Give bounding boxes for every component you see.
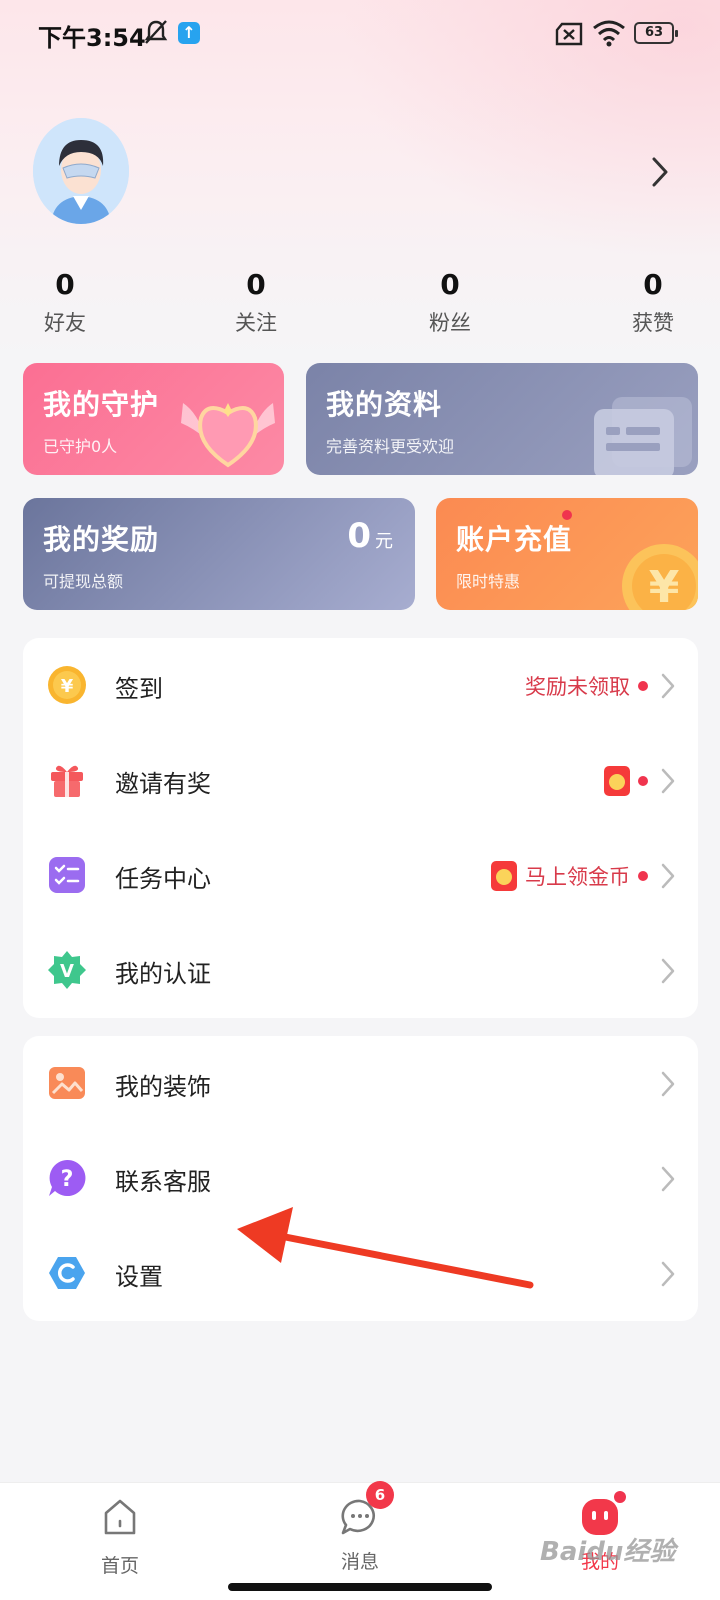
card-title: 我的守护	[43, 388, 160, 421]
card-title: 账户充值	[456, 523, 573, 556]
notification-dot	[638, 871, 648, 881]
menu-item-label: 联系客服	[115, 1168, 211, 1196]
red-envelope-icon	[491, 861, 517, 891]
menu-item-label: 任务中心	[115, 865, 211, 893]
no-sim-icon	[555, 22, 583, 46]
my-guard-card[interactable]: 我的守护 已守护0人	[23, 363, 284, 475]
menu-item-task-center[interactable]: 任务中心 马上领金币	[23, 828, 698, 923]
menu-item-decorations[interactable]: 我的装饰	[23, 1036, 698, 1131]
reward-amount: 0元	[347, 516, 393, 556]
yen-coin-icon: ¥	[48, 666, 86, 704]
stat-label: 粉丝	[429, 311, 471, 335]
chevron-right-icon	[661, 1166, 675, 1192]
menu-item-checkin[interactable]: ¥ 签到 奖励未领取	[23, 638, 698, 733]
menu-item-label: 我的认证	[115, 960, 211, 988]
avatar-illustration	[33, 118, 129, 224]
verified-badge-icon: V	[48, 951, 86, 989]
svg-text:¥: ¥	[649, 562, 680, 610]
profile-document-icon	[594, 397, 692, 475]
chevron-right-icon	[661, 1261, 675, 1287]
menu-item-invite[interactable]: 邀请有奖	[23, 733, 698, 828]
card-subtitle: 限时特惠	[456, 572, 521, 591]
upload-icon: ↑	[178, 22, 200, 44]
menu-panel-primary: ¥ 签到 奖励未领取 邀请有奖 任务中心 马上领金币 V 我的认证	[23, 638, 698, 1018]
wifi-icon	[593, 20, 625, 47]
reward-amount-value: 0	[347, 516, 371, 556]
menu-item-label: 设置	[115, 1263, 163, 1291]
menu-item-verification[interactable]: V 我的认证	[23, 923, 698, 1018]
account-recharge-card[interactable]: ¥ 账户充值 限时特惠	[436, 498, 698, 610]
red-envelope-icon	[604, 766, 630, 796]
bell-mute-icon	[144, 20, 168, 44]
task-list-icon	[49, 857, 85, 893]
stat-label: 关注	[235, 311, 277, 335]
status-bar: 下午3:54 ↑ 63	[0, 0, 720, 70]
stat-value: 0	[55, 268, 75, 301]
settings-hexagon-icon	[49, 1257, 85, 1289]
stat-label: 获赞	[632, 311, 674, 335]
chevron-right-icon	[661, 673, 675, 699]
status-time: 下午3:54	[38, 24, 146, 52]
stat-fans[interactable]: 0 粉丝	[390, 268, 510, 337]
svg-text:V: V	[60, 961, 74, 982]
help-question-icon: ?	[49, 1159, 86, 1196]
chevron-right-icon	[661, 1071, 675, 1097]
chevron-right-icon	[661, 768, 675, 794]
notification-dot	[614, 1491, 626, 1503]
chevron-right-icon	[661, 863, 675, 889]
status-text: 奖励未领取	[525, 675, 630, 699]
card-title: 我的奖励	[43, 523, 160, 556]
my-profile-card[interactable]: 我的资料 完善资料更受欢迎	[306, 363, 698, 475]
card-subtitle: 已守护0人	[43, 437, 118, 456]
svg-text:?: ?	[61, 1167, 74, 1192]
nav-home[interactable]: 首页	[60, 1495, 180, 1578]
stat-value: 0	[643, 268, 663, 301]
nav-messages-icon-wrap: 6	[338, 1481, 394, 1539]
card-subtitle: 可提现总额	[43, 572, 124, 591]
profile-chevron-right-icon[interactable]	[648, 155, 672, 189]
menu-item-status: 马上领金币	[491, 860, 648, 892]
my-reward-card[interactable]: 我的奖励 可提现总额 0元	[23, 498, 415, 610]
picture-icon	[49, 1067, 85, 1099]
stat-following[interactable]: 0 关注	[196, 268, 316, 337]
chevron-right-icon	[661, 958, 675, 984]
gift-icon	[51, 765, 83, 797]
nav-label: 首页	[100, 1555, 139, 1577]
notification-dot	[638, 681, 648, 691]
nav-label: 消息	[340, 1551, 379, 1573]
stat-value: 0	[246, 268, 266, 301]
menu-item-label: 我的装饰	[115, 1073, 211, 1101]
menu-item-label: 邀请有奖	[115, 770, 211, 798]
reward-amount-unit: 元	[375, 531, 393, 552]
card-title: 我的资料	[326, 388, 443, 421]
stat-value: 0	[440, 268, 460, 301]
winged-heart-icon	[181, 403, 275, 468]
notification-dot	[562, 510, 572, 520]
menu-item-label: 签到	[115, 675, 163, 703]
nav-messages[interactable]: 6 消息	[300, 1481, 420, 1574]
watermark: Baidu经验	[540, 1537, 676, 1567]
unread-badge: 6	[366, 1481, 394, 1509]
svg-text:¥: ¥	[61, 676, 74, 697]
stat-likes[interactable]: 0 获赞	[593, 268, 713, 337]
menu-item-status: 奖励未领取	[525, 670, 648, 702]
yen-coin-icon: ¥	[622, 544, 698, 610]
notification-dot	[638, 776, 648, 786]
home-indicator	[228, 1583, 492, 1591]
battery-indicator: 63	[634, 22, 678, 44]
stat-label: 好友	[44, 311, 86, 335]
status-text: 马上领金币	[525, 865, 630, 889]
annotation-arrow	[237, 1207, 534, 1289]
stat-friends[interactable]: 0 好友	[5, 268, 125, 337]
card-subtitle: 完善资料更受欢迎	[326, 437, 455, 456]
home-icon	[104, 1499, 136, 1535]
menu-item-status	[604, 765, 648, 797]
avatar[interactable]	[33, 118, 129, 224]
